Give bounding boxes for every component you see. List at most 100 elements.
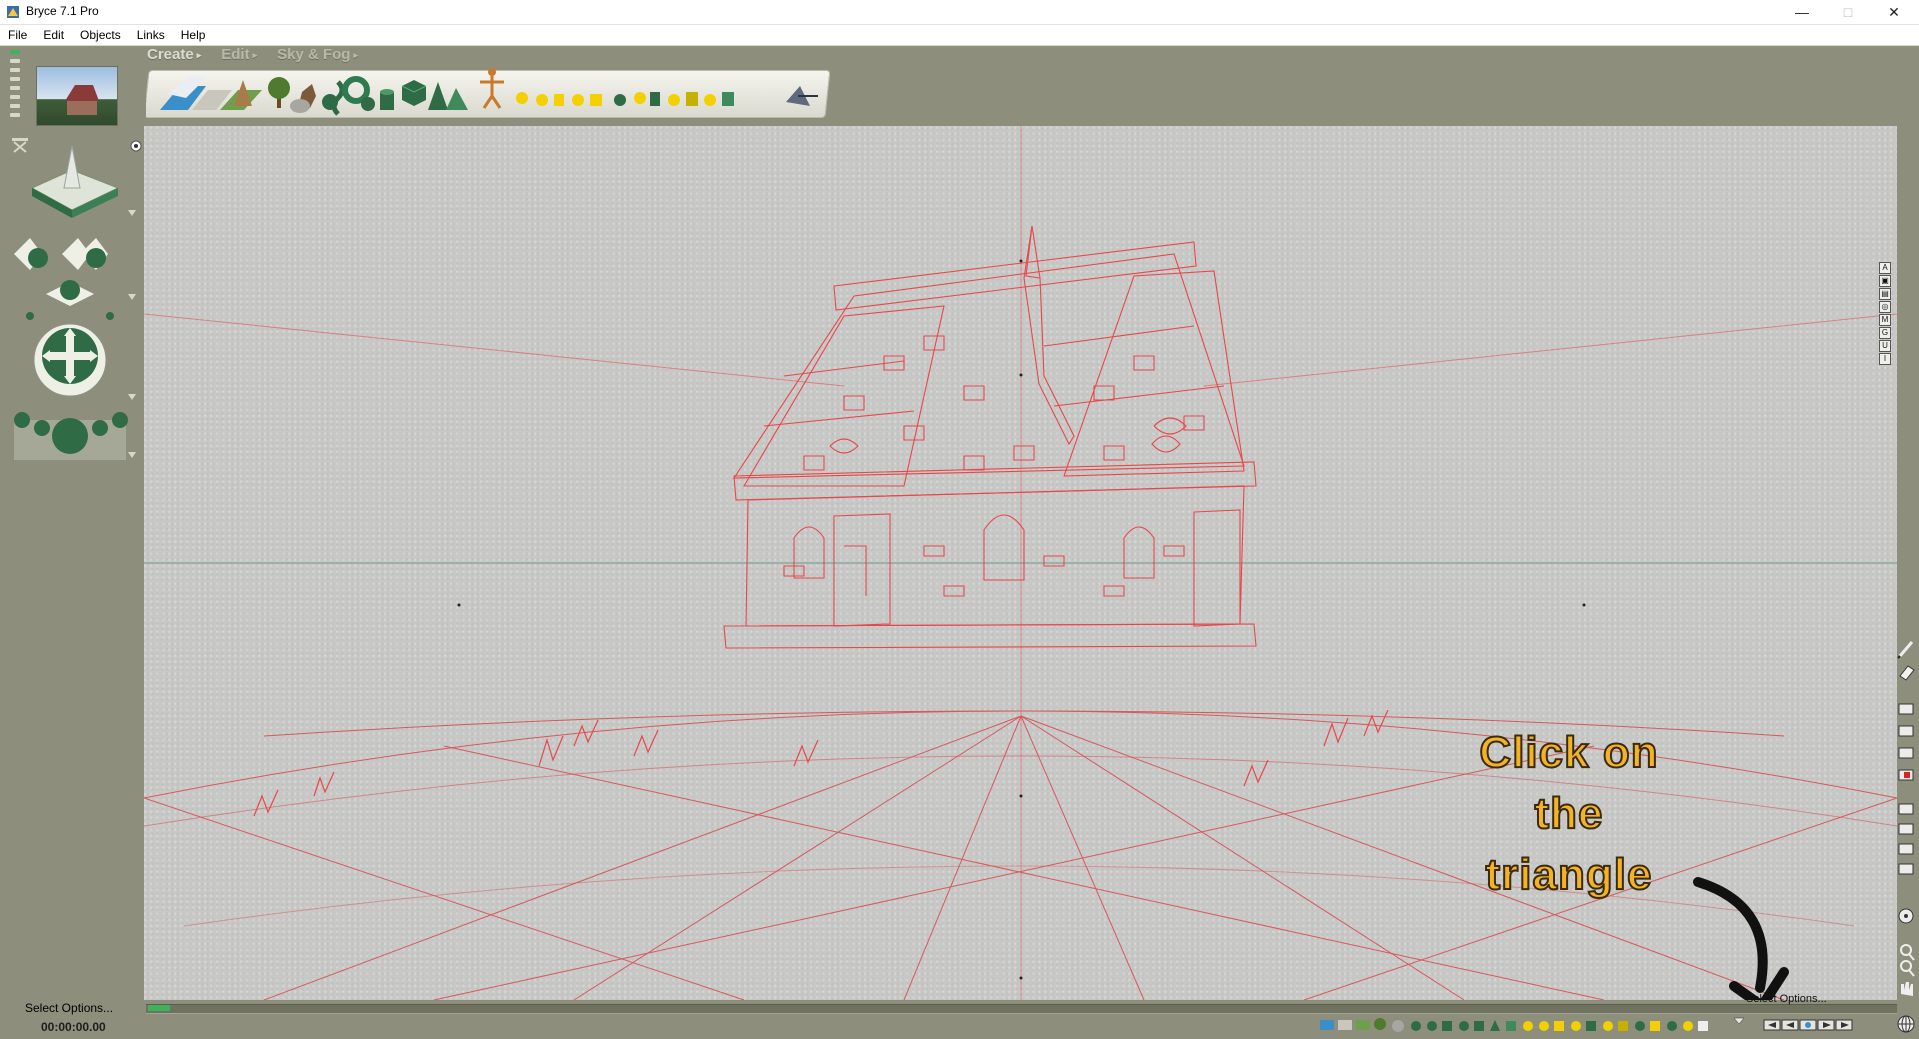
rock-icon[interactable] xyxy=(290,84,316,113)
zoom-in-icon[interactable] xyxy=(1900,944,1915,961)
time-code: 00:00:00.00 xyxy=(41,1020,106,1034)
view-screen-icon[interactable] xyxy=(1898,703,1914,715)
tab-edit-label: Edit xyxy=(221,46,250,63)
memory-slot[interactable] xyxy=(10,59,20,63)
select-plane-icon[interactable] xyxy=(1356,1020,1370,1030)
cube-icon[interactable] xyxy=(401,80,427,106)
house-thumbnail-icon xyxy=(65,85,99,115)
tab-sky-fog-label: Sky & Fog xyxy=(277,46,351,63)
close-icon: ✕ xyxy=(1888,3,1900,20)
playback-controls[interactable] xyxy=(1763,1019,1853,1031)
select-options-triangle[interactable] xyxy=(1733,1017,1745,1025)
camera-icon[interactable] xyxy=(786,86,818,106)
trackball-dropdown-triangle[interactable] xyxy=(128,394,136,400)
title-bar: Bryce 7.1 Pro — □ ✕ xyxy=(0,0,1919,25)
menu-file[interactable]: File xyxy=(0,25,35,45)
annotation-line: Click on xyxy=(1478,727,1659,778)
select-terrain-icon[interactable] xyxy=(1338,1020,1352,1030)
menu-links[interactable]: Links xyxy=(129,25,173,45)
memory-slot[interactable] xyxy=(10,68,20,72)
maximize-button[interactable]: □ xyxy=(1825,0,1871,24)
menu-help[interactable]: Help xyxy=(173,25,214,45)
camera-controls xyxy=(12,138,142,460)
view-control-i[interactable]: I xyxy=(1879,353,1891,365)
tree-icon[interactable] xyxy=(268,77,290,108)
minimize-button[interactable]: — xyxy=(1779,0,1825,24)
cross-dropdown-triangle[interactable] xyxy=(128,294,136,300)
right-tool-strip xyxy=(1897,641,1915,1033)
backdrop-icon[interactable] xyxy=(1898,747,1914,759)
bryce-app-icon xyxy=(7,6,19,18)
zoom-out-icon[interactable] xyxy=(1900,960,1915,977)
left-status-text: Select Options... xyxy=(25,1001,114,1015)
memory-slot[interactable] xyxy=(10,113,20,117)
wire-mode-icon[interactable] xyxy=(1898,803,1914,815)
camera-cross-control[interactable] xyxy=(14,238,114,320)
tab-arrow-icon: ▸ xyxy=(353,49,358,60)
shadow-icon[interactable] xyxy=(1898,843,1914,855)
zoom-balls-control[interactable] xyxy=(14,412,128,460)
select-primitive-icons[interactable] xyxy=(1411,1020,1708,1031)
view-control-grid[interactable]: ▤ xyxy=(1879,288,1891,300)
memory-slot[interactable] xyxy=(10,104,20,108)
depth-cue-icon[interactable] xyxy=(1898,823,1914,835)
timeline-start-marker[interactable] xyxy=(148,1005,170,1011)
menu-objects[interactable]: Objects xyxy=(72,25,129,45)
drop-icon[interactable] xyxy=(1898,725,1914,737)
tutorial-annotation: Click on the triangle xyxy=(1464,722,1674,905)
annotation-line: triangle xyxy=(1485,849,1653,900)
metaball-icon[interactable] xyxy=(322,80,345,116)
monitor-icon[interactable] xyxy=(1898,863,1914,875)
globe-icon[interactable] xyxy=(1897,1015,1915,1033)
select-tree-icon[interactable] xyxy=(1374,1018,1386,1030)
tab-arrow-icon: ▸ xyxy=(252,49,258,60)
cylinder-icon[interactable] xyxy=(380,89,394,110)
view-dropdown-triangle[interactable] xyxy=(128,210,136,216)
grass-wireframes xyxy=(253,709,1389,817)
memory-slot[interactable] xyxy=(10,86,20,90)
select-water-icon[interactable] xyxy=(1320,1020,1334,1030)
annotation-line: the xyxy=(1534,788,1604,839)
window-title: Bryce 7.1 Pro xyxy=(26,4,99,18)
render-dot-icon[interactable] xyxy=(130,140,142,152)
nano-preview[interactable] xyxy=(36,66,118,126)
view-control-u[interactable]: U xyxy=(1879,340,1891,352)
view-control-m[interactable]: M xyxy=(1879,314,1891,326)
menu-bar: File Edit Objects Links Help xyxy=(0,25,1919,46)
paint-brush-icon[interactable] xyxy=(1897,641,1914,659)
maximize-icon: □ xyxy=(1843,4,1853,20)
view-control-g[interactable]: G xyxy=(1879,327,1891,339)
render-stop-icon[interactable] xyxy=(1898,769,1914,781)
select-options-label: Select Options... xyxy=(1746,993,1827,1005)
view-control-target[interactable]: ◎ xyxy=(1879,301,1891,313)
camera-reel-icon[interactable] xyxy=(1898,908,1914,924)
minimize-icon: — xyxy=(1795,4,1809,20)
figure-icon[interactable] xyxy=(480,68,504,109)
eraser-icon[interactable] xyxy=(1899,665,1915,681)
light-icons[interactable] xyxy=(516,92,734,106)
sphere-icon[interactable] xyxy=(361,97,375,111)
cone-icon[interactable] xyxy=(428,82,448,110)
fit-icon[interactable] xyxy=(12,138,28,153)
memory-slot[interactable] xyxy=(10,77,20,81)
tab-edit[interactable]: Edit ▸ xyxy=(221,46,257,66)
close-button[interactable]: ✕ xyxy=(1871,0,1917,24)
annotation-arrow-icon xyxy=(1693,877,1789,1000)
torus-icon[interactable] xyxy=(342,76,370,104)
create-toolbar-icons xyxy=(160,68,818,116)
view-control-a[interactable]: A xyxy=(1879,262,1891,274)
tab-create[interactable]: Create ▸ xyxy=(147,46,201,66)
pan-hand-icon[interactable] xyxy=(1901,982,1913,996)
zoom-dropdown-triangle[interactable] xyxy=(128,452,136,458)
tab-sky-fog[interactable]: Sky & Fog ▸ xyxy=(277,46,358,66)
select-rock-icon[interactable] xyxy=(1392,1020,1404,1032)
view-trackball-icon[interactable] xyxy=(30,145,120,218)
pyramid-icon[interactable] xyxy=(446,88,468,110)
memory-slot[interactable] xyxy=(10,95,20,99)
menu-edit[interactable]: Edit xyxy=(35,25,72,45)
memory-slot[interactable] xyxy=(10,50,20,54)
trackball-control[interactable] xyxy=(33,323,107,397)
view-control-box[interactable]: ▣ xyxy=(1879,275,1891,287)
tab-arrow-icon: ▸ xyxy=(196,49,202,60)
view-memory-slots[interactable] xyxy=(10,50,20,126)
